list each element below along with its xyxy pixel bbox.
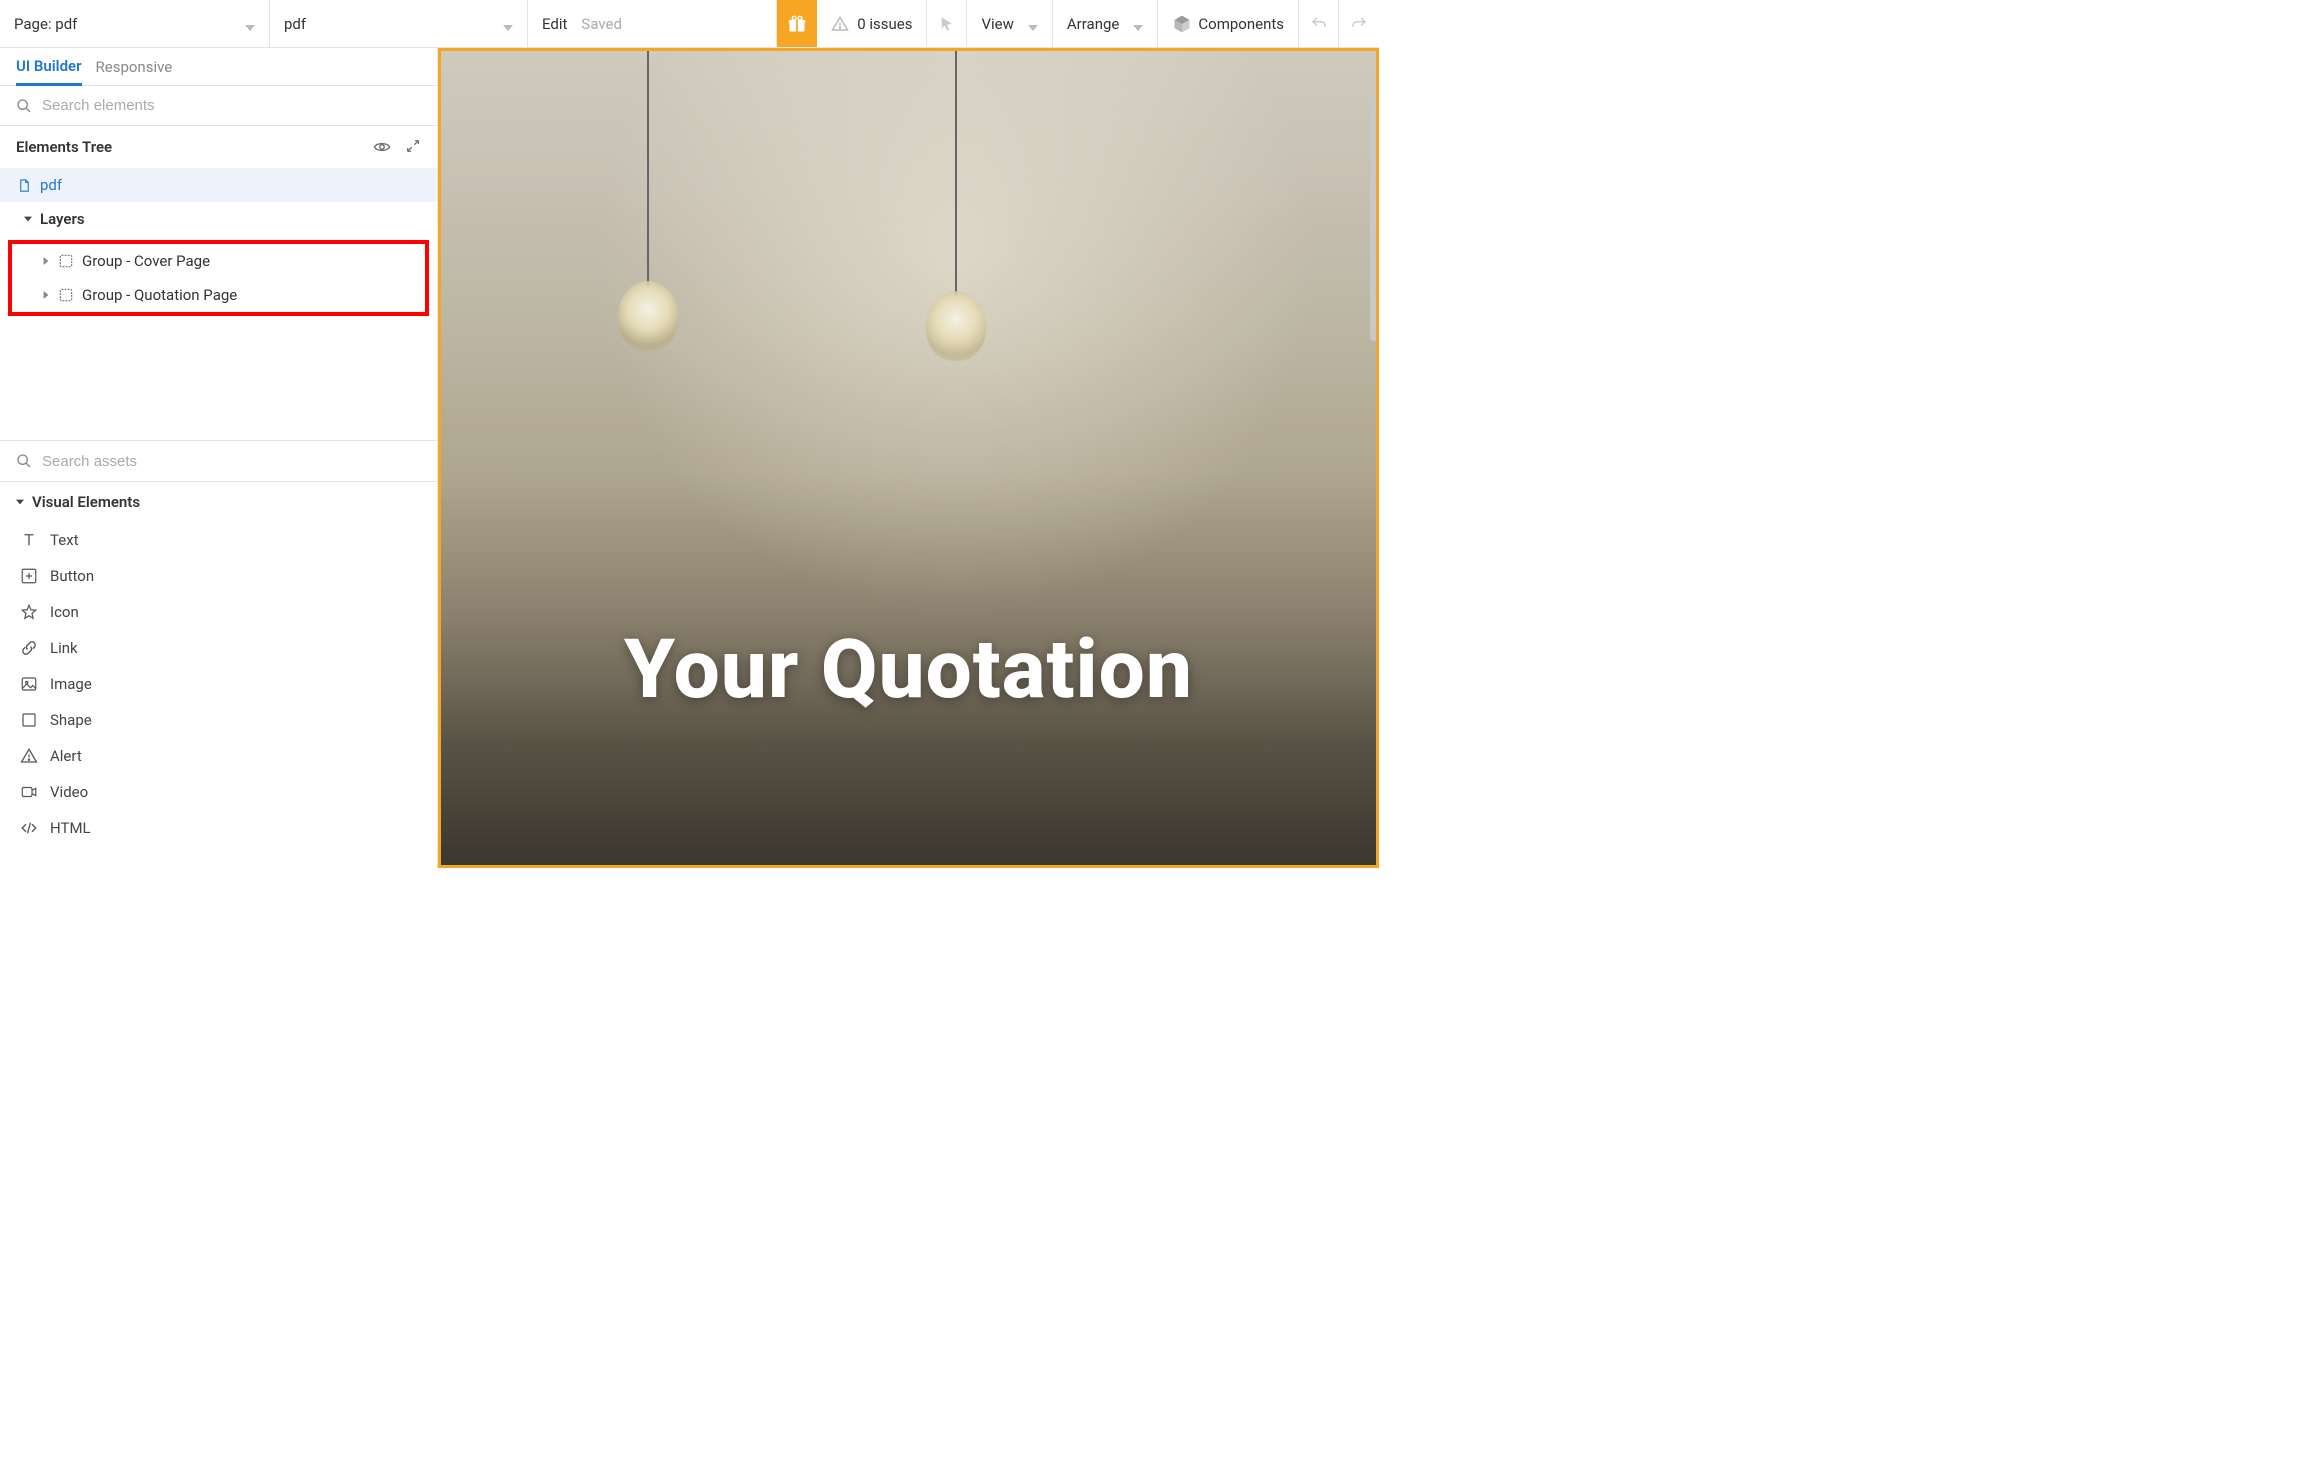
code-icon	[20, 819, 38, 837]
asset-video[interactable]: Video	[0, 774, 437, 810]
canvas-title[interactable]: Your Quotation	[624, 622, 1193, 718]
redo-button[interactable]	[1339, 0, 1379, 47]
layers-label: Layers	[40, 210, 85, 228]
caret-right-icon	[42, 257, 50, 265]
redo-icon	[1350, 15, 1368, 33]
undo-button[interactable]	[1299, 0, 1339, 47]
search-icon	[16, 98, 32, 114]
issues-indicator[interactable]: 0 issues	[817, 0, 927, 47]
chevron-down-icon	[1133, 19, 1143, 29]
asset-label: HTML	[50, 819, 91, 837]
elements-tree-header: Elements Tree	[0, 126, 437, 168]
saved-label: Saved	[581, 15, 622, 33]
caret-right-icon	[42, 291, 50, 299]
shape-icon	[20, 711, 38, 729]
expand-icon[interactable]	[405, 138, 421, 154]
view-menu[interactable]: View	[967, 0, 1052, 47]
caret-down-icon	[24, 215, 32, 223]
left-panel: UI Builder Responsive Elements Tree pdf	[0, 48, 438, 868]
group-icon	[58, 253, 74, 269]
tab-responsive[interactable]: Responsive	[96, 50, 173, 84]
search-assets-input[interactable]	[42, 453, 421, 470]
top-toolbar: Page: pdf pdf Edit Saved 0 issues View A…	[0, 0, 1379, 48]
cursor-icon	[938, 15, 956, 33]
video-icon	[20, 783, 38, 801]
tab-ui-builder[interactable]: UI Builder	[16, 49, 82, 86]
chevron-down-icon	[503, 19, 513, 29]
annotation-highlight: Group - Cover Page Group - Quotation Pag…	[8, 240, 429, 316]
elements-tree-title: Elements Tree	[16, 138, 112, 156]
edit-status: Edit Saved	[528, 0, 777, 47]
search-elements-row	[0, 86, 437, 126]
pointer-tool[interactable]	[927, 0, 967, 47]
issues-count: 0 issues	[857, 15, 912, 33]
asset-label: Text	[50, 531, 79, 549]
visual-elements-list: Text Button Icon Link Image Shape	[0, 522, 437, 846]
arrange-label: Arrange	[1067, 15, 1119, 33]
canvas[interactable]: Your Quotation	[438, 48, 1379, 868]
asset-label: Link	[50, 639, 78, 657]
asset-text[interactable]: Text	[0, 522, 437, 558]
search-elements-input[interactable]	[42, 97, 421, 114]
asset-alert[interactable]: Alert	[0, 738, 437, 774]
asset-label: Alert	[50, 747, 82, 765]
asset-link[interactable]: Link	[0, 630, 437, 666]
page-selector-label: Page: pdf	[14, 15, 77, 33]
visual-elements-header[interactable]: Visual Elements	[0, 482, 437, 522]
gift-icon	[787, 14, 807, 34]
link-icon	[20, 639, 38, 657]
asset-label: Video	[50, 783, 88, 801]
image-icon	[20, 675, 38, 693]
asset-label: Button	[50, 567, 94, 585]
panel-tabs: UI Builder Responsive	[0, 48, 437, 86]
arrange-menu[interactable]: Arrange	[1053, 0, 1158, 47]
search-icon	[16, 453, 32, 469]
edit-label[interactable]: Edit	[542, 15, 567, 33]
cube-icon	[1172, 14, 1192, 34]
visual-elements-title: Visual Elements	[32, 493, 140, 511]
elements-tree: pdf Layers Group - Cover Page	[0, 168, 437, 320]
components-button[interactable]: Components	[1158, 0, 1299, 47]
scrollbar-thumb[interactable]	[1370, 91, 1378, 341]
canvas-overlay	[441, 51, 1376, 865]
tree-item-quotation-page[interactable]: Group - Quotation Page	[12, 278, 425, 312]
asset-html[interactable]: HTML	[0, 810, 437, 846]
page-selector[interactable]: Page: pdf	[0, 0, 270, 47]
tree-item-label: Group - Cover Page	[82, 252, 210, 270]
asset-label: Shape	[50, 711, 92, 729]
element-selector-label: pdf	[284, 15, 306, 33]
asset-icon[interactable]: Icon	[0, 594, 437, 630]
page-icon	[16, 177, 32, 193]
undo-icon	[1310, 15, 1328, 33]
chevron-down-icon	[1028, 19, 1038, 29]
alert-icon	[20, 747, 38, 765]
view-label: View	[981, 15, 1013, 33]
element-selector[interactable]: pdf	[270, 0, 528, 47]
asset-label: Icon	[50, 603, 79, 621]
tree-root-label: pdf	[40, 176, 62, 194]
tree-item-cover-page[interactable]: Group - Cover Page	[12, 244, 425, 278]
asset-label: Image	[50, 675, 92, 693]
asset-button[interactable]: Button	[0, 558, 437, 594]
tree-root-page[interactable]: pdf	[0, 168, 437, 202]
asset-shape[interactable]: Shape	[0, 702, 437, 738]
text-icon	[20, 531, 38, 549]
chevron-down-icon	[245, 19, 255, 29]
asset-image[interactable]: Image	[0, 666, 437, 702]
group-icon	[58, 287, 74, 303]
search-assets-row	[0, 440, 437, 482]
main-layout: UI Builder Responsive Elements Tree pdf	[0, 48, 1379, 868]
button-icon	[20, 567, 38, 585]
toolbar-right: 0 issues View Arrange Components	[777, 0, 1379, 47]
eye-icon[interactable]	[373, 138, 391, 156]
star-icon	[20, 603, 38, 621]
tree-layers-header[interactable]: Layers	[0, 202, 437, 236]
tree-item-label: Group - Quotation Page	[82, 286, 237, 304]
warning-icon	[831, 15, 849, 33]
caret-down-icon	[16, 498, 24, 506]
components-label: Components	[1198, 15, 1284, 33]
gift-button[interactable]	[777, 0, 817, 47]
